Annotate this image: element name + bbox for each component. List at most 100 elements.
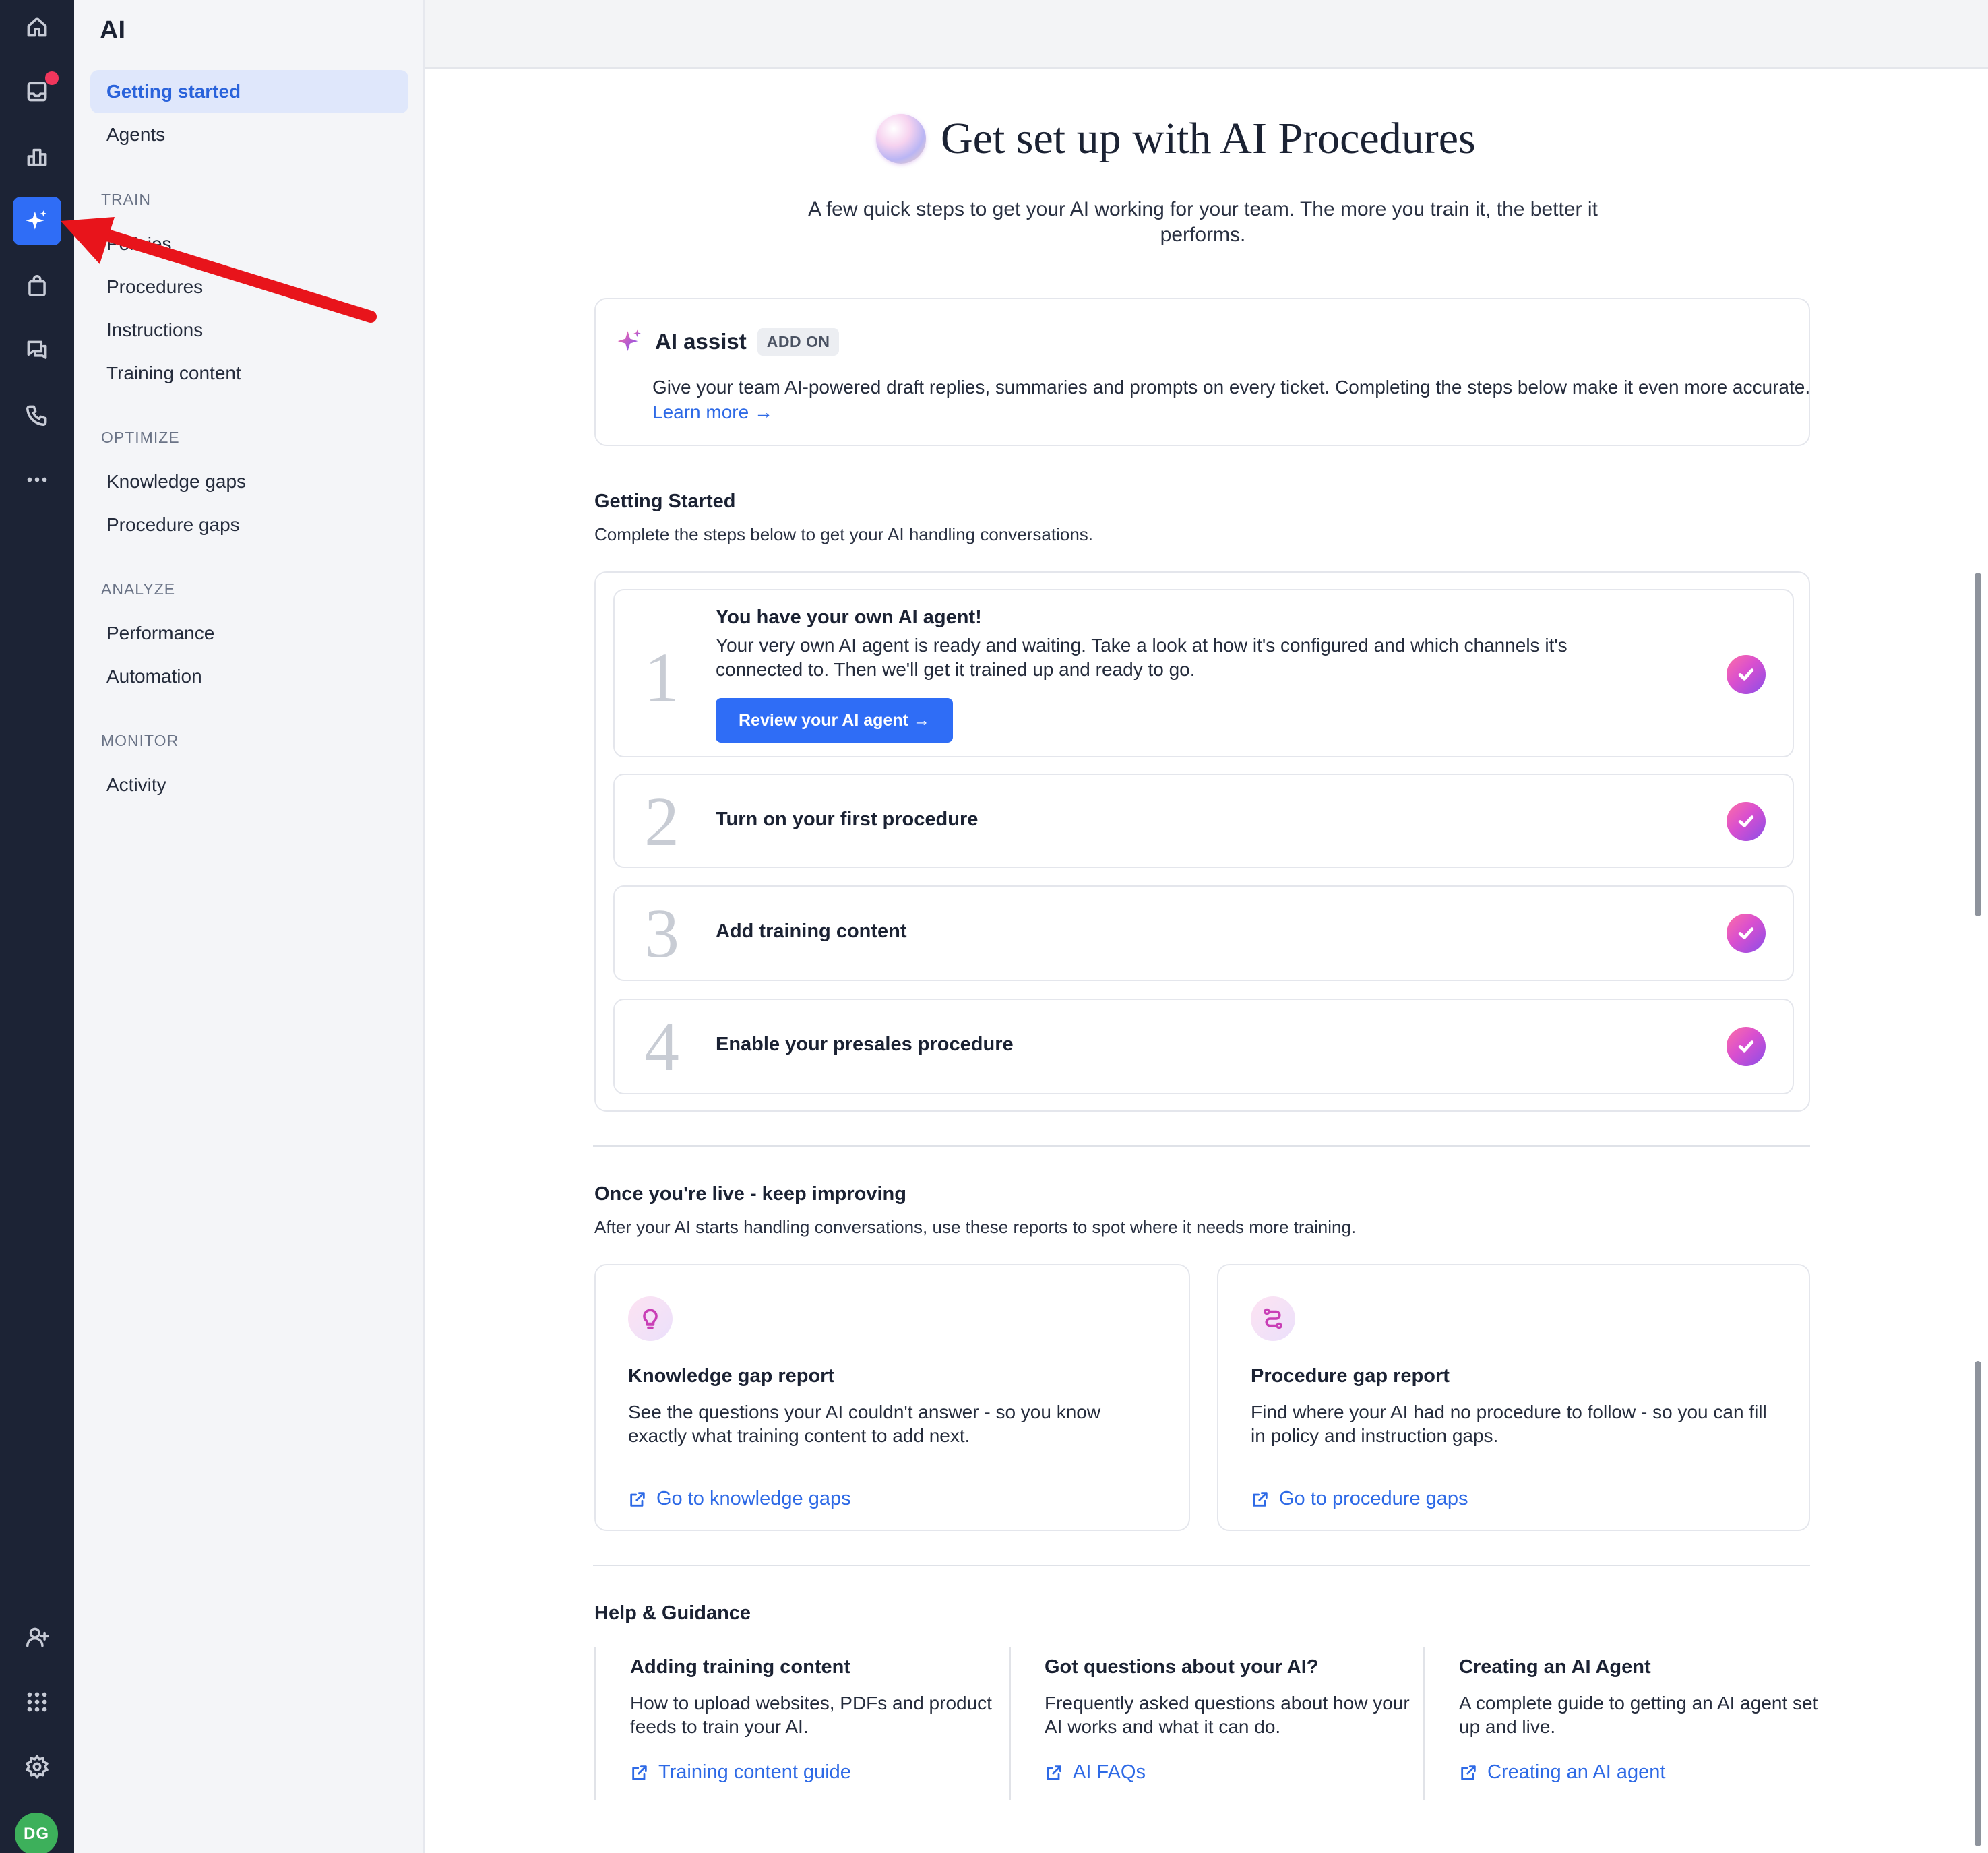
external-link-icon bbox=[1253, 1491, 1268, 1507]
section-divider bbox=[593, 1565, 1810, 1566]
page-title: Get set up with AI Procedures bbox=[876, 113, 1476, 164]
ai-orb-icon bbox=[876, 114, 926, 164]
sidebar-item-instructions[interactable]: Instructions bbox=[90, 309, 408, 352]
step-title: Turn on your first procedure bbox=[716, 809, 979, 830]
scrollbar-thumb[interactable] bbox=[1975, 1361, 1981, 1846]
sidebar-section-optimize: OPTIMIZE bbox=[101, 429, 180, 446]
review-agent-button[interactable]: Review your AI agent → bbox=[716, 698, 953, 743]
report-description: Find where your AI had no procedure to f… bbox=[1251, 1402, 1767, 1446]
step-4[interactable]: 4 Enable your presales procedure bbox=[613, 999, 1794, 1094]
knowledge-gap-report-card: Knowledge gap report See the questions y… bbox=[594, 1264, 1190, 1531]
external-link-icon bbox=[1047, 1765, 1061, 1780]
lightbulb-icon bbox=[628, 1296, 673, 1341]
help-item-title: Adding training content bbox=[630, 1656, 851, 1678]
page-subtitle: A few quick steps to get your AI working… bbox=[808, 198, 1598, 246]
help-item-training-content: Adding training content How to upload we… bbox=[594, 1647, 999, 1800]
step-title: Add training content bbox=[716, 920, 907, 942]
sidebar-item-automation[interactable]: Automation bbox=[90, 655, 408, 698]
sidebar-item-procedure-gaps[interactable]: Procedure gaps bbox=[90, 503, 408, 546]
analytics-icon[interactable] bbox=[13, 132, 61, 181]
add-on-badge: ADD ON bbox=[757, 327, 840, 356]
report-description: See the questions your AI couldn't answe… bbox=[628, 1402, 1101, 1446]
external-link-icon bbox=[630, 1491, 645, 1507]
help-item-description: How to upload websites, PDFs and product… bbox=[630, 1693, 992, 1737]
training-content-guide-link[interactable]: Training content guide bbox=[630, 1761, 851, 1784]
help-item-description: Frequently asked questions about how you… bbox=[1045, 1693, 1410, 1737]
step-complete-check-icon bbox=[1727, 655, 1766, 694]
help-item-ai-faqs: Got questions about your AI? Frequently … bbox=[1009, 1647, 1413, 1800]
page-title-text: Get set up with AI Procedures bbox=[941, 114, 1476, 163]
sidebar-section-train: TRAIN bbox=[101, 191, 151, 208]
shopping-bag-icon[interactable] bbox=[13, 261, 61, 310]
step-3[interactable]: 3 Add training content bbox=[613, 885, 1794, 981]
notification-badge bbox=[45, 71, 59, 85]
ai-assist-title: AI assist bbox=[655, 329, 747, 354]
sidebar-item-knowledge-gaps[interactable]: Knowledge gaps bbox=[90, 460, 408, 503]
help-item-title: Creating an AI Agent bbox=[1459, 1656, 1651, 1678]
sidebar-item-agents[interactable]: Agents bbox=[90, 113, 408, 156]
external-link-icon bbox=[1461, 1765, 1476, 1780]
icon-rail: DG bbox=[0, 0, 74, 1853]
apps-grid-icon[interactable] bbox=[13, 1678, 61, 1726]
go-to-knowledge-gaps-link[interactable]: Go to knowledge gaps bbox=[628, 1488, 851, 1510]
step-number: 1 bbox=[644, 639, 679, 716]
settings-icon[interactable] bbox=[13, 1742, 61, 1791]
go-to-procedure-gaps-link[interactable]: Go to procedure gaps bbox=[1251, 1488, 1468, 1510]
procedure-gap-report-card: Procedure gap report Find where your AI … bbox=[1217, 1264, 1810, 1531]
more-icon[interactable] bbox=[13, 456, 61, 504]
help-link-label: Training content guide bbox=[658, 1761, 851, 1783]
section-divider bbox=[593, 1145, 1810, 1147]
step-1: 1 You have your own AI agent! Your very … bbox=[613, 589, 1794, 757]
sidebar-section-analyze: ANALYZE bbox=[101, 580, 176, 598]
getting-started-title: Getting Started bbox=[594, 491, 736, 512]
sidebar-item-training-content[interactable]: Training content bbox=[90, 352, 408, 395]
sidebar-item-procedures[interactable]: Procedures bbox=[90, 265, 408, 309]
step-number: 3 bbox=[644, 895, 679, 972]
ai-sparkle-icon[interactable] bbox=[13, 197, 61, 245]
steps-card: 1 You have your own AI agent! Your very … bbox=[594, 571, 1810, 1112]
step-2[interactable]: 2 Turn on your first procedure bbox=[613, 774, 1794, 868]
ai-assist-card: AI assist ADD ON Give your team AI-power… bbox=[594, 298, 1810, 446]
sidebar-section-monitor: MONITOR bbox=[101, 732, 179, 749]
inbox-icon[interactable] bbox=[13, 67, 61, 116]
chat-icon[interactable] bbox=[13, 326, 61, 375]
home-icon[interactable] bbox=[13, 3, 61, 51]
help-link-label: Creating an AI agent bbox=[1487, 1761, 1666, 1783]
step-description: Your very own AI agent is ready and wait… bbox=[716, 635, 1567, 680]
report-link-label: Go to procedure gaps bbox=[1279, 1488, 1468, 1509]
help-link-label: AI FAQs bbox=[1073, 1761, 1146, 1783]
sidebar-item-performance[interactable]: Performance bbox=[90, 612, 408, 655]
add-user-icon[interactable] bbox=[13, 1613, 61, 1662]
user-avatar[interactable]: DG bbox=[15, 1813, 58, 1853]
phone-icon[interactable] bbox=[13, 391, 61, 439]
sidebar-title: AI bbox=[100, 16, 125, 44]
keep-improving-description: After your AI starts handling conversati… bbox=[594, 1217, 1357, 1237]
step-title: Enable your presales procedure bbox=[716, 1034, 1014, 1055]
learn-more-link[interactable]: Learn more → bbox=[652, 402, 773, 422]
ai-assist-header: AI assist ADD ON bbox=[616, 327, 840, 356]
creating-ai-agent-link[interactable]: Creating an AI agent bbox=[1459, 1761, 1665, 1784]
ai-faqs-link[interactable]: AI FAQs bbox=[1045, 1761, 1146, 1784]
report-title: Procedure gap report bbox=[1251, 1365, 1450, 1387]
help-item-description: A complete guide to getting an AI agent … bbox=[1459, 1693, 1818, 1737]
report-title: Knowledge gap report bbox=[628, 1365, 835, 1387]
scrollbar-thumb[interactable] bbox=[1975, 573, 1981, 916]
report-link-label: Go to knowledge gaps bbox=[656, 1488, 851, 1509]
ai-assist-body-text: Give your team AI-powered draft replies,… bbox=[652, 377, 1811, 398]
getting-started-description: Complete the steps below to get your AI … bbox=[594, 524, 1093, 544]
step-title: You have your own AI agent! bbox=[716, 606, 982, 628]
sidebar-item-activity[interactable]: Activity bbox=[90, 763, 408, 807]
keep-improving-title: Once you're live - keep improving bbox=[594, 1183, 906, 1205]
step-number: 2 bbox=[644, 783, 679, 860]
route-icon bbox=[1251, 1296, 1295, 1341]
help-item-creating-agent: Creating an AI Agent A complete guide to… bbox=[1423, 1647, 1828, 1800]
step-complete-check-icon bbox=[1727, 802, 1766, 841]
ai-sidebar: AI Getting started Agents TRAIN Policies… bbox=[74, 0, 425, 1853]
sidebar-item-getting-started[interactable]: Getting started bbox=[90, 70, 408, 113]
ai-assist-description: Give your team AI-powered draft replies,… bbox=[652, 375, 1811, 425]
help-item-title: Got questions about your AI? bbox=[1045, 1656, 1319, 1678]
external-link-icon bbox=[632, 1765, 647, 1780]
sidebar-item-policies[interactable]: Policies bbox=[90, 222, 408, 265]
step-number: 4 bbox=[644, 1008, 679, 1086]
top-bar bbox=[425, 0, 1988, 69]
